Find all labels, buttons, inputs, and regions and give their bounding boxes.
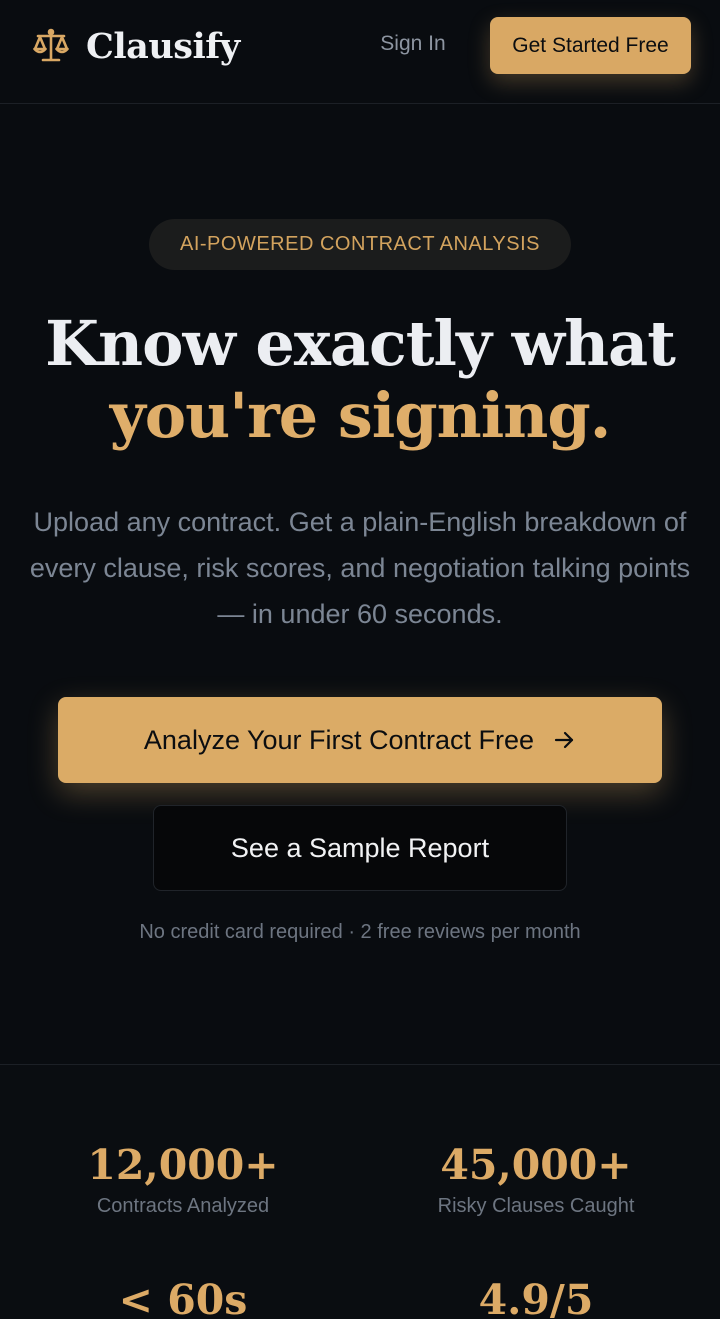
hero-subtext: Upload any contract. Get a plain-English… bbox=[29, 507, 691, 629]
stat-label: Contracts Analyzed bbox=[96, 1195, 270, 1217]
stat-item: 4.9/5 bbox=[356, 1276, 716, 1319]
arrow-right-icon bbox=[552, 728, 576, 752]
stat-value: 4.9/5 bbox=[478, 1276, 594, 1319]
analyze-contract-button[interactable]: Analyze Your First Contract Free bbox=[58, 697, 662, 783]
stat-item: < 60s bbox=[3, 1276, 363, 1319]
sample-report-button[interactable]: See a Sample Report bbox=[153, 805, 567, 891]
hero-note: No credit card required · 2 free reviews… bbox=[139, 921, 581, 943]
headline-line-2: you're signing. bbox=[109, 379, 612, 452]
analyze-contract-label: Analyze Your First Contract Free bbox=[143, 724, 535, 755]
brand-logo[interactable]: Clausify bbox=[30, 24, 240, 68]
stat-value: < 60s bbox=[118, 1276, 248, 1319]
stat-item: 12,000+ Contracts Analyzed bbox=[3, 1141, 363, 1221]
get-started-button[interactable]: Get Started Free bbox=[490, 17, 691, 74]
site-header: Clausify Sign In Get Started Free bbox=[0, 0, 720, 104]
sign-in-link[interactable]: Sign In bbox=[370, 28, 456, 60]
landing-page: Clausify Sign In Get Started Free AI-POW… bbox=[0, 0, 720, 1319]
stat-item: 45,000+ Risky Clauses Caught bbox=[356, 1141, 716, 1221]
stats-section: 12,000+ Contracts Analyzed 45,000+ Risky… bbox=[0, 1064, 720, 1319]
scales-icon bbox=[30, 25, 72, 67]
stat-value: 45,000+ bbox=[440, 1141, 632, 1189]
stat-value: 12,000+ bbox=[87, 1141, 279, 1189]
hero-headline: Know exactly what you're signing. bbox=[0, 308, 720, 452]
brand-name: Clausify bbox=[86, 25, 240, 67]
headline-line-1: Know exactly what bbox=[45, 307, 676, 380]
hero-badge: AI-POWERED CONTRACT ANALYSIS bbox=[149, 219, 571, 270]
stat-label: Risky Clauses Caught bbox=[437, 1195, 635, 1217]
